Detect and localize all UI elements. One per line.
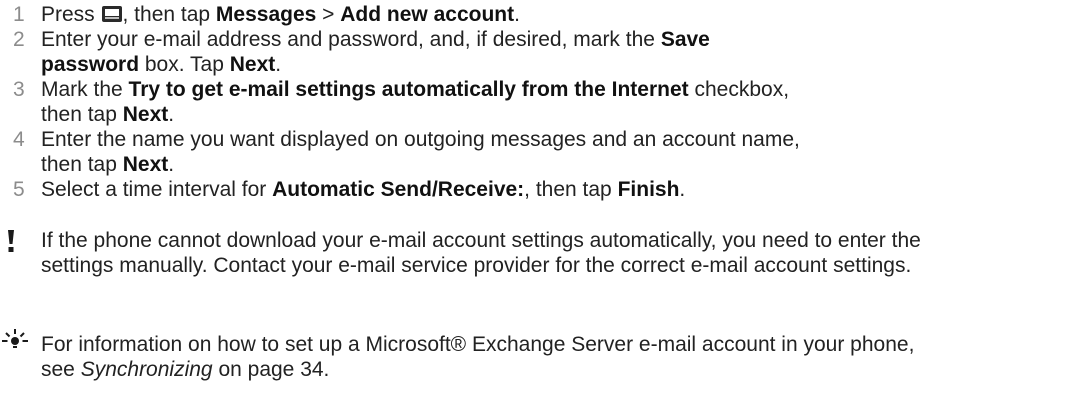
step-text-continued: then tap Next. bbox=[41, 103, 175, 126]
step-5: 5 Select a time interval for Automatic S… bbox=[0, 177, 1072, 202]
step-text: Mark the Try to get e-mail settings auto… bbox=[41, 78, 790, 101]
step-text: Enter your e-mail address and password, … bbox=[41, 28, 710, 51]
lightbulb-tip-icon bbox=[0, 328, 30, 360]
tip-note: For information on how to set up a Micro… bbox=[0, 329, 1072, 382]
step-text-continued: then tap Next. bbox=[41, 153, 175, 176]
step-number: 5 bbox=[13, 178, 25, 201]
tip-line-1: For information on how to set up a Micro… bbox=[41, 333, 915, 356]
cross-reference-link: Synchronizing bbox=[80, 358, 213, 381]
step-text: Enter the name you want displayed on out… bbox=[41, 128, 800, 151]
step-1: 1 Press , then tap Messages > Add new ac… bbox=[0, 2, 1072, 30]
step-text: Press , then tap Messages > Add new acco… bbox=[41, 2, 1072, 30]
step-number: 4 bbox=[13, 128, 25, 151]
step-2: 2 Enter your e-mail address and password… bbox=[0, 27, 1072, 77]
step-number: 3 bbox=[13, 78, 25, 101]
note-line-2: settings manually. Contact your e-mail s… bbox=[41, 254, 912, 277]
step-number: 2 bbox=[13, 28, 25, 51]
step-text-continued: password box. Tap Next. bbox=[41, 53, 282, 76]
step-number: 1 bbox=[13, 3, 25, 26]
note-line-1: If the phone cannot download your e-mail… bbox=[41, 229, 921, 252]
step-3: 3 Mark the Try to get e-mail settings au… bbox=[0, 77, 1072, 127]
exclamation-icon bbox=[4, 228, 18, 260]
step-4: 4 Enter the name you want displayed on o… bbox=[0, 127, 1072, 177]
step-text: Select a time interval for Automatic Sen… bbox=[41, 178, 686, 201]
warning-note: If the phone cannot download your e-mail… bbox=[0, 228, 1072, 278]
tip-line-2: see Synchronizing on page 34. bbox=[41, 358, 330, 381]
